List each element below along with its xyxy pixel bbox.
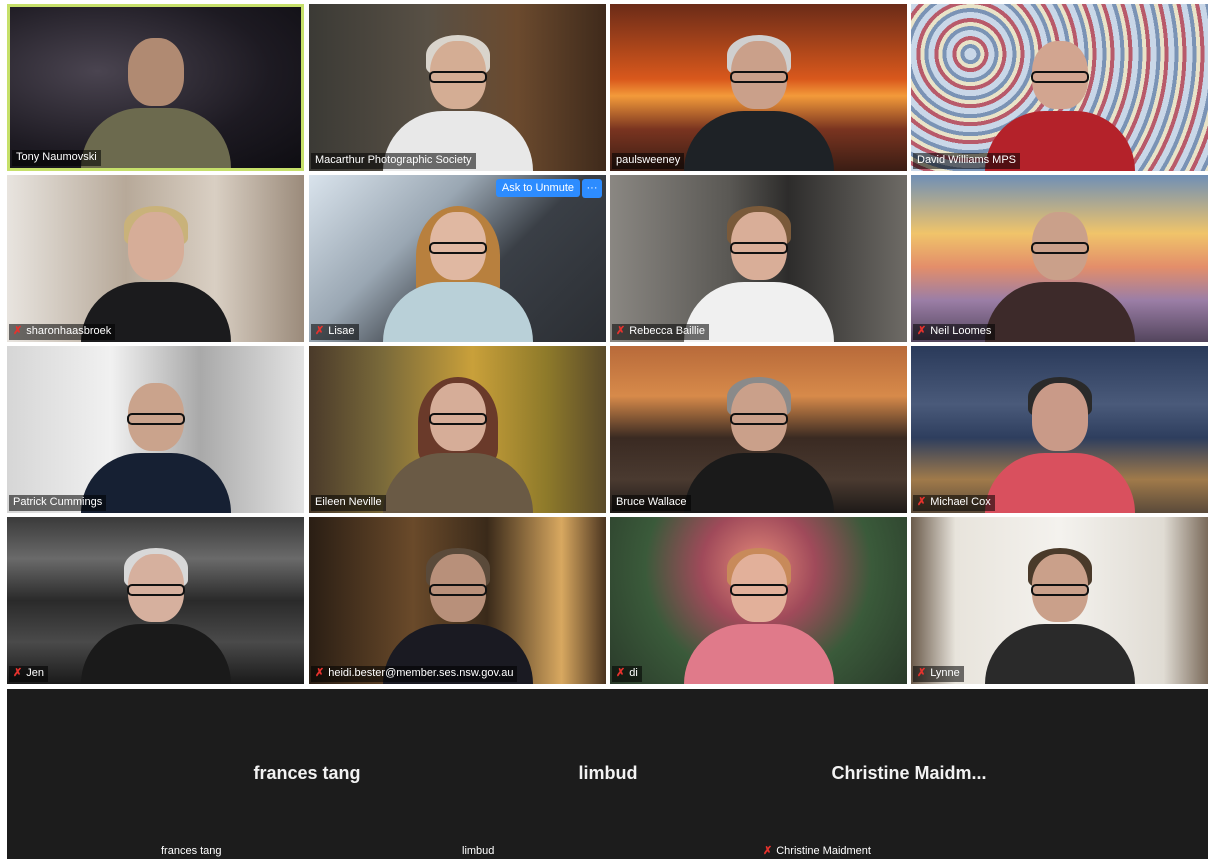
participant-video [984,544,1135,684]
mic-muted-icon: ✗ [616,325,626,337]
participant-video [382,373,533,513]
participant-video [80,202,231,342]
video-off-tile[interactable]: Christine Maidm... ✗ Christine Maidment [760,689,1058,859]
participant-video [382,544,533,684]
participant-display-name: Christine Maidm... [831,763,987,783]
participant-video [683,544,834,684]
mic-muted-icon: ✗ [917,325,927,337]
participant-name: Eileen Neville [311,495,386,511]
video-tile[interactable]: ✗ di [610,517,907,684]
video-off-tile[interactable]: frances tang frances tang [158,689,456,859]
participant-name: ✗ di [612,666,642,682]
participant-display-name: frances tang [253,763,361,783]
video-grid: Tony Naumovski Macarthur Photographic So… [7,4,1208,687]
participant-name: paulsweeney [612,153,685,169]
participant-name: ✗ Lynne [913,666,964,682]
video-off-row: frances tang frances tang limbud limbud … [7,689,1208,859]
participant-name: limbud [462,845,495,857]
participant-name: Bruce Wallace [612,495,691,511]
video-tile[interactable]: David Williams MPS [911,4,1208,171]
participant-video [382,31,533,171]
participant-name: Patrick Cummings [9,495,107,511]
participant-name: ✗ Neil Loomes [913,324,996,340]
participant-name: Tony Naumovski [12,150,101,166]
participant-video [683,31,834,171]
video-tile[interactable]: ✗ Lynne [911,517,1208,684]
video-tile[interactable]: paulsweeney [610,4,907,171]
mic-muted-icon: ✗ [13,325,23,337]
participant-name: ✗ Rebecca Baillie [612,324,710,340]
video-tile[interactable]: ✗ Neil Loomes [911,175,1208,342]
video-tile[interactable]: ✗ Jen [7,517,304,684]
video-tile[interactable]: Macarthur Photographic Society [309,4,606,171]
video-tile[interactable]: Ask to Unmute ··· ✗ Lisae [309,175,606,342]
participant-video [80,544,231,684]
mic-muted-icon: ✗ [616,667,626,679]
video-tile[interactable]: Tony Naumovski [7,4,304,171]
participant-video [382,202,533,342]
mic-muted-icon: ✗ [917,496,927,508]
participant-name: frances tang [161,845,222,857]
video-tile[interactable]: ✗ Rebecca Baillie [610,175,907,342]
video-tile[interactable]: Eileen Neville [309,346,606,513]
participant-name: ✗ Lisae [311,324,359,340]
participant-name: ✗ Christine Maidment [763,844,871,857]
mic-muted-icon: ✗ [315,667,325,679]
ask-to-unmute-button[interactable]: Ask to Unmute [495,179,580,197]
participant-video [80,28,231,168]
video-tile[interactable]: ✗ heidi.bester@member.ses.nsw.gov.au [309,517,606,684]
participant-name: ✗ heidi.bester@member.ses.nsw.gov.au [311,666,518,682]
mic-muted-icon: ✗ [315,325,325,337]
participant-video [683,373,834,513]
video-off-tile[interactable]: limbud limbud [459,689,757,859]
participant-name: ✗ Michael Cox [913,495,995,511]
video-tile[interactable]: Bruce Wallace [610,346,907,513]
mic-muted-icon: ✗ [763,844,773,857]
more-options-button[interactable]: ··· [582,179,602,198]
participant-name: David Williams MPS [913,153,1021,169]
participant-name: Macarthur Photographic Society [311,153,476,169]
participant-video [984,31,1135,171]
video-tile[interactable]: ✗ Michael Cox [911,346,1208,513]
participant-video [984,373,1135,513]
participant-name: ✗ Jen [9,666,48,682]
participant-name: ✗ sharonhaasbroek [9,324,116,340]
mic-muted-icon: ✗ [917,667,927,679]
video-tile[interactable]: ✗ sharonhaasbroek [7,175,304,342]
participant-video [683,202,834,342]
participant-video [984,202,1135,342]
participant-video [80,373,231,513]
video-tile[interactable]: Patrick Cummings [7,346,304,513]
mic-muted-icon: ✗ [13,667,23,679]
participant-display-name: limbud [578,763,638,783]
